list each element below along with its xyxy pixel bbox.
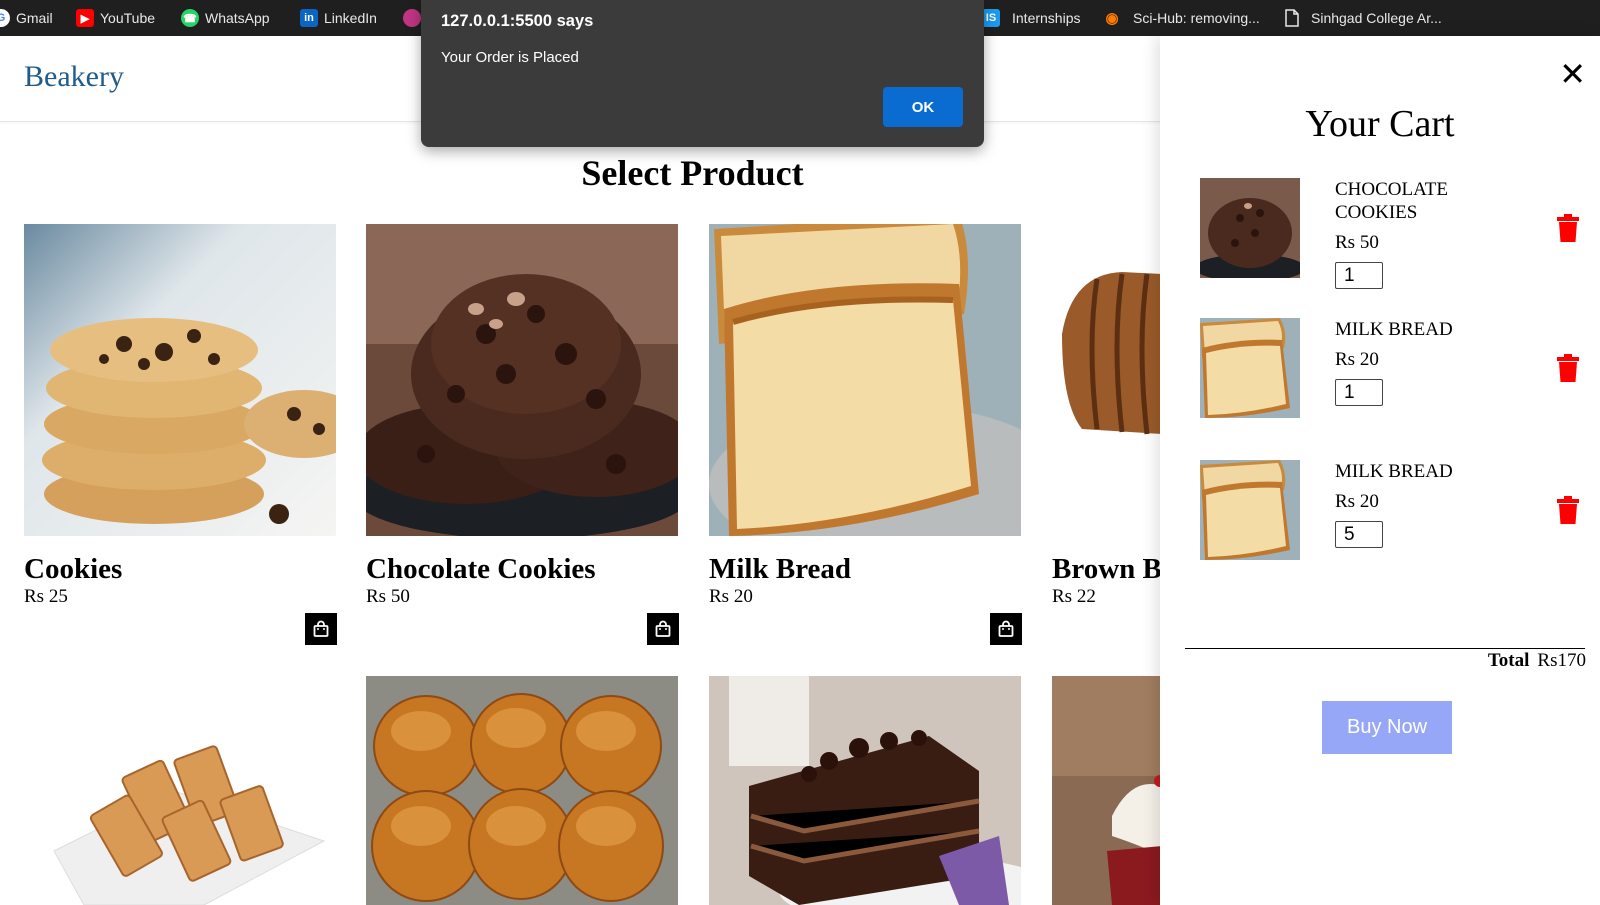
- cart-item-image: [1200, 318, 1300, 418]
- add-to-cart-button[interactable]: [305, 613, 337, 645]
- google-icon: G: [0, 9, 10, 27]
- bookmark-partial[interactable]: [403, 4, 421, 32]
- site-logo[interactable]: Beakery: [24, 60, 124, 94]
- scihub-icon: ◉: [1105, 10, 1119, 27]
- bookmark-label: Sinhgad College Ar...: [1311, 10, 1442, 26]
- trash-icon[interactable]: [1556, 354, 1580, 382]
- total-label: Total: [1487, 650, 1530, 671]
- cart-divider: [1185, 648, 1585, 649]
- internshala-icon: IS: [982, 9, 1000, 27]
- chocolate-cake-image[interactable]: [709, 676, 1021, 905]
- quantity-input[interactable]: 1: [1335, 262, 1383, 289]
- cart-item: MILK BREAD Rs 20 1: [1200, 318, 1580, 418]
- milk-bread-image[interactable]: [709, 224, 1021, 536]
- product-card: [1052, 676, 1162, 905]
- linkedin-icon: in: [300, 9, 318, 27]
- cart-item-name: CHOCOLATE COOKIES: [1335, 179, 1448, 223]
- bookmark-sinhgad[interactable]: Sinhgad College Ar...: [1285, 4, 1442, 32]
- bookmark-label: Gmail: [16, 10, 53, 26]
- chocolate-cookies-image[interactable]: [366, 224, 678, 536]
- alert-origin: 127.0.0.1:5500 says: [441, 12, 594, 30]
- whatsapp-icon: ☎: [181, 9, 199, 27]
- cart-item-info: MILK BREAD Rs 20 1: [1335, 318, 1535, 406]
- alert-message: Your Order is Placed: [441, 49, 579, 66]
- alert-dialog: 127.0.0.1:5500 says Your Order is Placed…: [421, 0, 984, 147]
- cart-item-image: [1200, 460, 1300, 560]
- shopping-bag-icon: [998, 620, 1014, 637]
- quantity-input[interactable]: 1: [1335, 379, 1383, 406]
- cupcake-image[interactable]: [1052, 676, 1162, 905]
- instagram-icon: [403, 9, 421, 27]
- bookmark-whatsapp[interactable]: ☎ WhatsApp: [181, 4, 270, 32]
- product-card: [366, 676, 678, 905]
- cart-title: Your Cart: [1305, 103, 1455, 145]
- close-icon[interactable]: ✕: [1559, 58, 1586, 90]
- add-to-cart-button[interactable]: [647, 613, 679, 645]
- cart-total: Total Rs170: [1488, 650, 1586, 672]
- bookmark-youtube[interactable]: ▶ YouTube: [76, 4, 155, 32]
- bookmark-label: LinkedIn: [324, 10, 377, 26]
- product-price: Rs 22: [1052, 586, 1096, 607]
- trash-icon[interactable]: [1556, 496, 1580, 524]
- product-card: Milk Bread Rs 20: [709, 224, 1021, 608]
- cart-item-price: Rs 20: [1335, 349, 1379, 370]
- shopping-bag-icon: [313, 620, 329, 637]
- cart-item-name: MILK BREAD: [1335, 319, 1453, 340]
- quantity-input[interactable]: 5: [1335, 521, 1383, 548]
- product-card: [24, 671, 336, 905]
- pav-buns-image[interactable]: [366, 676, 678, 905]
- cookies-image[interactable]: [24, 224, 336, 536]
- cart-drawer: ✕ Your Cart CHOCOLATE COOKIES Rs 50 1 MI…: [1160, 36, 1600, 905]
- product-name: Cookies: [24, 553, 123, 585]
- product-price: Rs 20: [709, 586, 753, 607]
- shopping-bag-icon: [655, 620, 671, 637]
- product-name: Milk Bread: [709, 553, 852, 585]
- rusk-image[interactable]: [24, 671, 336, 905]
- bookmark-label: Internships: [1012, 10, 1081, 26]
- cart-item-info: MILK BREAD Rs 20 5: [1335, 460, 1535, 548]
- bookmark-linkedin[interactable]: in LinkedIn: [300, 4, 377, 32]
- bookmark-scihub[interactable]: ◉ Sci-Hub: removing...: [1103, 4, 1260, 32]
- bookmark-gmail[interactable]: G Gmail: [0, 4, 53, 32]
- product-price: Rs 25: [24, 586, 68, 607]
- bookmark-label: YouTube: [100, 10, 156, 26]
- cart-item: CHOCOLATE COOKIES Rs 50 1: [1200, 178, 1580, 289]
- product-price: Rs 50: [366, 586, 410, 607]
- ok-button[interactable]: OK: [883, 87, 963, 127]
- product-card: Cookies Rs 25: [24, 224, 336, 608]
- cart-item-price: Rs 50: [1335, 232, 1379, 253]
- cart-item-name: MILK BREAD: [1335, 461, 1453, 482]
- bookmark-label: Sci-Hub: removing...: [1133, 10, 1260, 26]
- cart-item-price: Rs 20: [1335, 491, 1379, 512]
- bookmark-label: WhatsApp: [205, 10, 270, 26]
- cart-item-image: [1200, 178, 1300, 278]
- trash-icon[interactable]: [1556, 214, 1580, 242]
- document-icon: [1285, 9, 1299, 27]
- buy-now-button[interactable]: Buy Now: [1322, 701, 1452, 754]
- product-card: Chocolate Cookies Rs 50: [366, 224, 678, 608]
- cart-item: MILK BREAD Rs 20 5: [1200, 460, 1580, 560]
- bookmark-internships[interactable]: IS Internships: [982, 4, 1080, 32]
- product-name: Brown B: [1052, 553, 1162, 585]
- add-to-cart-button[interactable]: [990, 613, 1022, 645]
- brown-bread-image[interactable]: [1052, 224, 1162, 536]
- product-name: Chocolate Cookies: [366, 553, 596, 585]
- total-value: Rs170: [1537, 650, 1586, 671]
- product-card: [709, 676, 1021, 905]
- cart-item-info: CHOCOLATE COOKIES Rs 50 1: [1335, 178, 1535, 289]
- youtube-icon: ▶: [76, 9, 94, 27]
- product-card: Brown B Rs 22: [1052, 224, 1162, 608]
